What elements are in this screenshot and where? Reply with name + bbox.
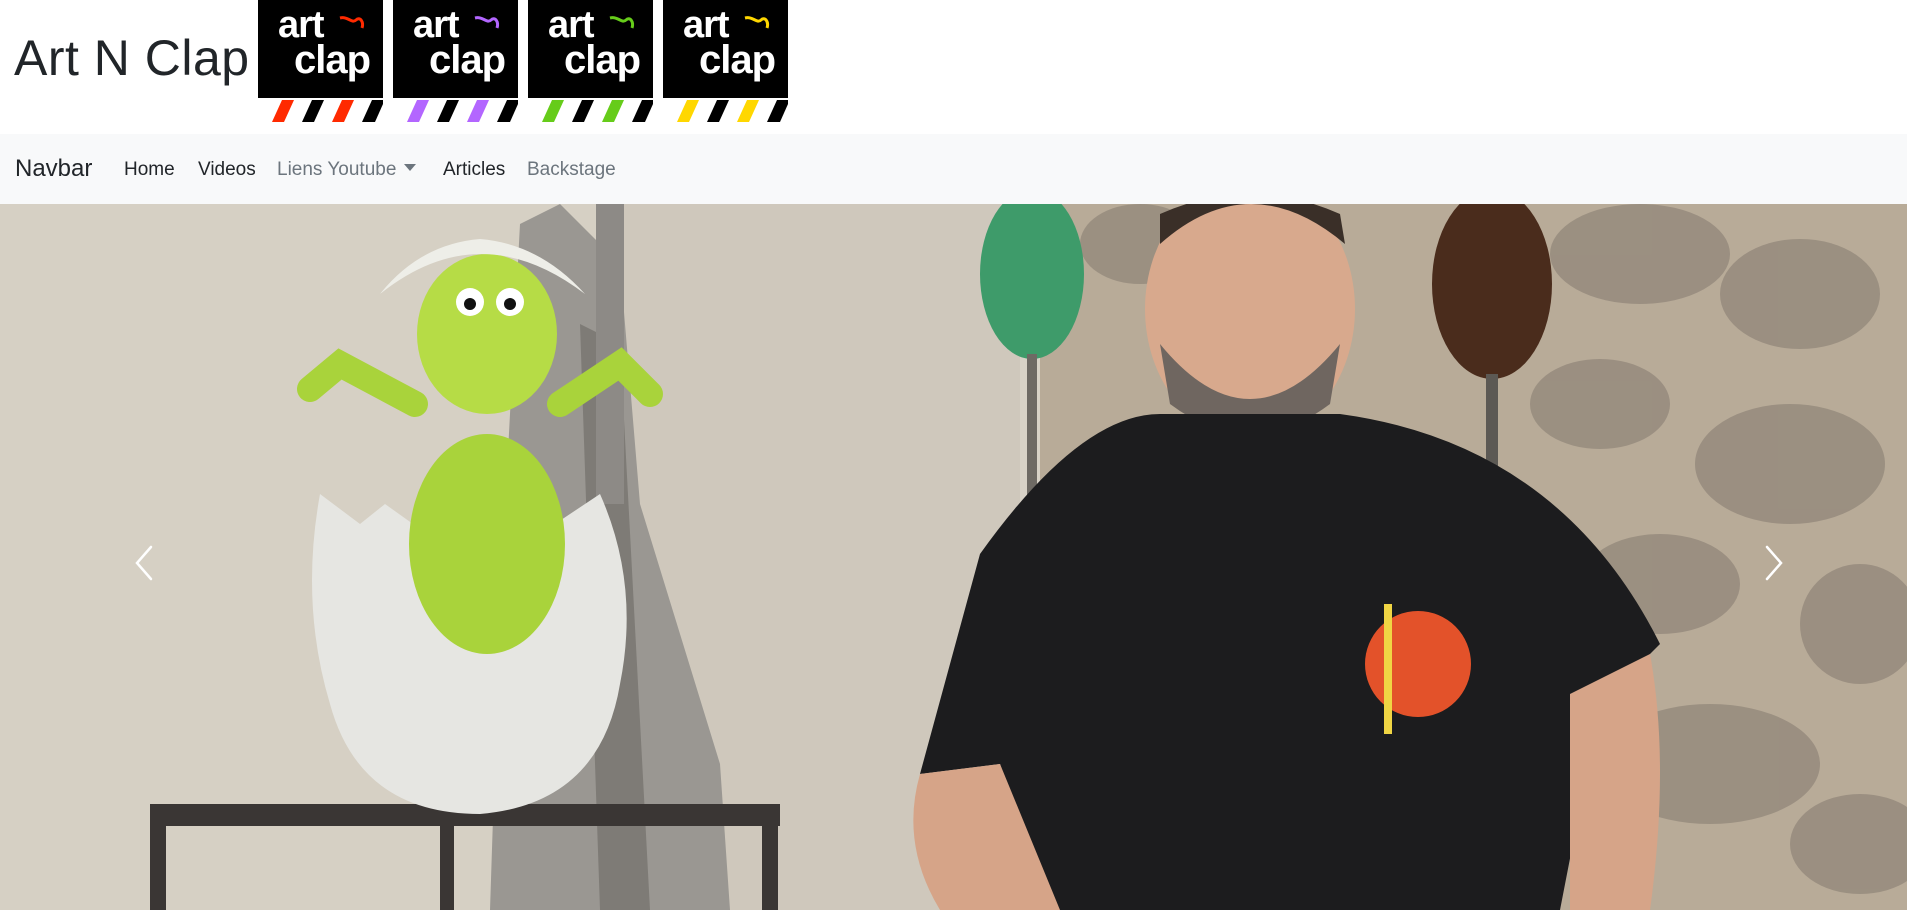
carousel-slide-image bbox=[0, 204, 1907, 910]
navbar-brand[interactable]: Navbar bbox=[15, 154, 92, 184]
logo-green: art clap bbox=[528, 0, 653, 124]
nav-link-backstage[interactable]: Backstage bbox=[527, 158, 616, 182]
logo-yellow: art clap bbox=[663, 0, 788, 124]
site-title: Art N Clap bbox=[14, 30, 250, 86]
logo-text-clap: clap bbox=[294, 38, 371, 82]
logo-red: art clap bbox=[258, 0, 383, 124]
logo-text-clap: clap bbox=[429, 38, 506, 82]
carousel bbox=[0, 204, 1907, 910]
carousel-next-button[interactable] bbox=[1715, 504, 1835, 624]
chevron-left-icon bbox=[135, 545, 153, 581]
nav-link-articles[interactable]: Articles bbox=[443, 158, 505, 182]
chevron-right-icon bbox=[1765, 545, 1783, 581]
logo-purple: art clap bbox=[393, 0, 518, 124]
carousel-prev-button[interactable] bbox=[83, 504, 203, 624]
nav-dropdown-liens-youtube[interactable]: Liens Youtube bbox=[277, 158, 417, 182]
logo-text-clap: clap bbox=[699, 38, 776, 82]
nav-link-videos[interactable]: Videos bbox=[198, 158, 256, 182]
nav-link-home[interactable]: Home bbox=[124, 158, 175, 182]
navbar: Navbar Home Videos Liens Youtube Article… bbox=[0, 134, 1907, 204]
site-header: Art N Clap art clap art clap art clap ar… bbox=[0, 0, 1907, 134]
nav-dropdown-label: Liens Youtube bbox=[277, 159, 397, 180]
caret-down-icon bbox=[404, 164, 417, 171]
logo-text-clap: clap bbox=[564, 38, 641, 82]
